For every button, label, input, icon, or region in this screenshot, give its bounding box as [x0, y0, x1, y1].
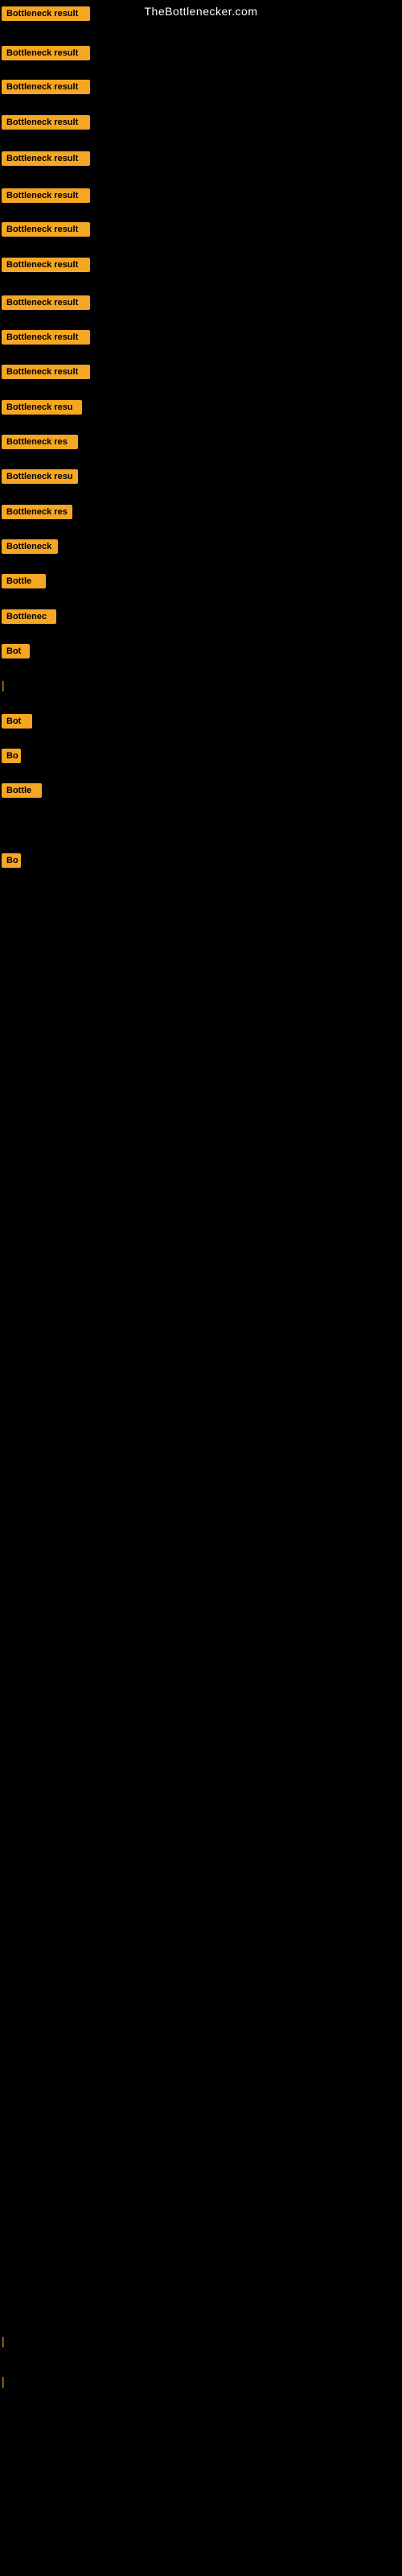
bottleneck-badge-row-18: Bottlenec — [2, 609, 56, 628]
bottleneck-badge-13: Bottleneck res — [2, 435, 78, 449]
indicator-20: | — [2, 679, 5, 691]
bottleneck-badge-row-13: Bottleneck res — [2, 435, 78, 453]
bottleneck-badge-row-4: Bottleneck result — [2, 115, 90, 134]
bottleneck-badge-10: Bottleneck result — [2, 330, 90, 345]
bottleneck-badge-25: Bo — [2, 853, 21, 868]
bottleneck-badge-row-12: Bottleneck resu — [2, 400, 82, 419]
bottleneck-badge-12: Bottleneck resu — [2, 400, 82, 415]
bottleneck-badge-row-11: Bottleneck result — [2, 365, 90, 383]
bottleneck-badge-row-22: Bo — [2, 749, 21, 767]
bottleneck-badge-row-23: Bottle — [2, 783, 42, 802]
bottleneck-badge-row-5: Bottleneck result — [2, 151, 90, 170]
bottleneck-badge-row-14: Bottleneck resu — [2, 469, 78, 488]
bottleneck-badge-16: Bottleneck — [2, 539, 58, 554]
bottleneck-badge-row-10: Bottleneck result — [2, 330, 90, 349]
bottleneck-badge-row-26: | — [2, 2334, 5, 2349]
bottleneck-badge-22: Bo — [2, 749, 21, 763]
bottleneck-badge-row-25: Bo — [2, 853, 21, 872]
bottleneck-badge-2: Bottleneck result — [2, 46, 90, 60]
bottleneck-badge-row-19: Bot — [2, 644, 30, 663]
bottleneck-badge-row-9: Bottleneck result — [2, 295, 90, 314]
bottleneck-badge-row-21: Bot — [2, 714, 32, 733]
indicator-26: | — [2, 2334, 5, 2347]
bottleneck-badge-row-2: Bottleneck result — [2, 46, 90, 64]
bottleneck-badge-18: Bottlenec — [2, 609, 56, 624]
bottleneck-badge-1: Bottleneck result — [2, 6, 90, 21]
bottleneck-badge-5: Bottleneck result — [2, 151, 90, 166]
bottleneck-badge-row-16: Bottleneck — [2, 539, 58, 558]
bottleneck-badge-3: Bottleneck result — [2, 80, 90, 94]
bottleneck-badge-row-17: Bottle — [2, 574, 46, 592]
bottleneck-badge-row-27: | — [2, 2375, 5, 2389]
bottleneck-badge-9: Bottleneck result — [2, 295, 90, 310]
bottleneck-badge-11: Bottleneck result — [2, 365, 90, 379]
bottleneck-badge-14: Bottleneck resu — [2, 469, 78, 484]
bottleneck-badge-21: Bot — [2, 714, 32, 729]
indicator-27: | — [2, 2375, 5, 2388]
bottleneck-badge-6: Bottleneck result — [2, 188, 90, 203]
bottleneck-badge-8: Bottleneck result — [2, 258, 90, 272]
bottleneck-badge-row-7: Bottleneck result — [2, 222, 90, 241]
bottleneck-badge-row-3: Bottleneck result — [2, 80, 90, 98]
bottleneck-badge-4: Bottleneck result — [2, 115, 90, 130]
bottleneck-badge-row-6: Bottleneck result — [2, 188, 90, 207]
bottleneck-badge-17: Bottle — [2, 574, 46, 588]
bottleneck-badge-row-15: Bottleneck res — [2, 505, 72, 523]
bottleneck-badge-19: Bot — [2, 644, 30, 658]
bottleneck-badge-23: Bottle — [2, 783, 42, 798]
bottleneck-badge-row-20: | — [2, 679, 5, 693]
bottleneck-badge-row-1: Bottleneck result — [2, 6, 90, 25]
bottleneck-badge-row-8: Bottleneck result — [2, 258, 90, 276]
bottleneck-badge-7: Bottleneck result — [2, 222, 90, 237]
bottleneck-badge-15: Bottleneck res — [2, 505, 72, 519]
